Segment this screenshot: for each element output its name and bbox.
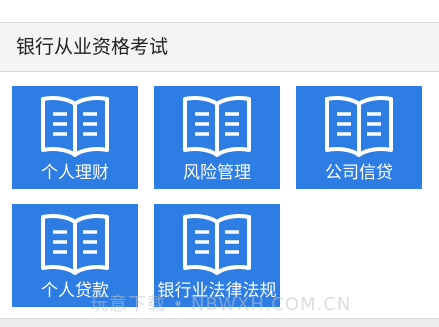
app-screen: 银行从业资格考试 个人理财 风险管理 公司信贷 个人贷款 银行业法律法规 玩意下… (0, 0, 439, 327)
book-icon (183, 214, 251, 275)
tile-risk-management[interactable]: 风险管理 (154, 86, 280, 189)
book-icon (183, 96, 251, 157)
tile-label: 风险管理 (183, 163, 251, 183)
tile-label: 个人贷款 (41, 281, 109, 301)
tile-personal-finance[interactable]: 个人理财 (12, 86, 138, 189)
tile-label: 公司信贷 (325, 163, 393, 183)
book-icon (41, 214, 109, 275)
book-icon (41, 96, 109, 157)
tile-banking-law[interactable]: 银行业法律法规 (154, 204, 280, 307)
tile-label: 银行业法律法规 (157, 281, 277, 301)
category-grid: 个人理财 风险管理 公司信贷 个人贷款 银行业法律法规 (0, 0, 439, 327)
tile-personal-loans[interactable]: 个人贷款 (12, 204, 138, 307)
tile-label: 个人理财 (41, 163, 109, 183)
tile-corporate-credit[interactable]: 公司信贷 (296, 86, 422, 189)
book-icon (325, 96, 393, 157)
bottom-divider (0, 318, 439, 327)
